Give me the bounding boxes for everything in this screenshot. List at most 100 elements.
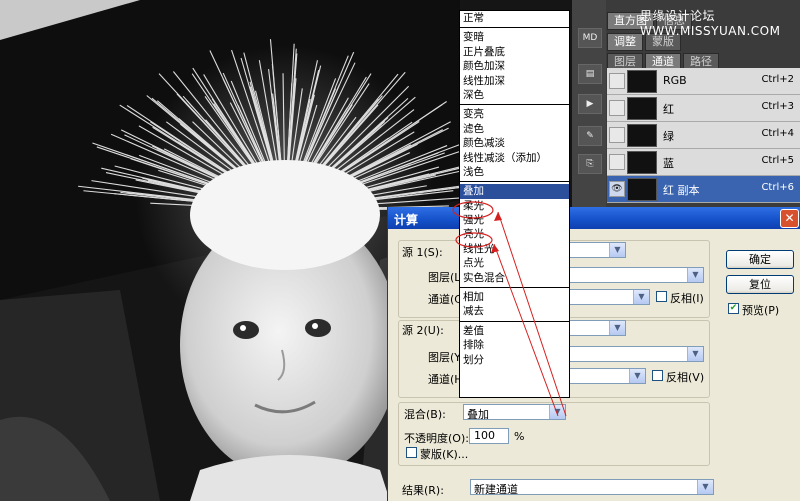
blend-mode-item[interactable]: 划分 xyxy=(460,353,569,367)
blend-mode-item[interactable]: 滤色 xyxy=(460,122,569,136)
blend-mode-item[interactable]: 实色混合 xyxy=(460,271,569,285)
chevron-down-icon: ▼ xyxy=(549,405,565,419)
channel-shortcut: Ctrl+6 xyxy=(761,182,794,193)
blend-mode-item[interactable]: 颜色减淡 xyxy=(460,136,569,150)
blend-mode-item[interactable]: 正片叠底 xyxy=(460,45,569,59)
menu-separator xyxy=(460,27,569,29)
channel-shortcut: Ctrl+4 xyxy=(761,128,794,139)
source2-label: 源 2(U): xyxy=(402,324,444,337)
reset-button[interactable]: 复位 xyxy=(726,275,794,294)
tab-adjustments[interactable]: 调整 xyxy=(607,33,643,51)
channel-name: RGB xyxy=(663,74,687,87)
source1-layer-select[interactable]: ▼ xyxy=(568,267,704,283)
blend-mode-item[interactable]: 叠加 xyxy=(460,184,569,199)
tool-presets-icon[interactable]: ▤ xyxy=(578,64,602,84)
chevron-down-icon: ▼ xyxy=(609,321,625,335)
side-icon-label: MD xyxy=(582,33,598,43)
channel-name: 红 副本 xyxy=(663,184,700,197)
blend-mode-dropdown[interactable]: 正常变暗 正片叠底 颜色加深 线性加深 深色变亮 滤色 颜色减淡 线性减淡（添加） 浅色叠加 柔光… xyxy=(459,10,570,398)
channel-row-rgb[interactable]: RGB Ctrl+2 xyxy=(607,68,800,95)
dialog-title: 计算 xyxy=(394,213,419,227)
actions-play-icon[interactable]: ▶ xyxy=(578,94,602,114)
result-value: 新建通道 xyxy=(474,483,518,496)
clone-source-icon[interactable]: ⎘ xyxy=(578,154,602,174)
blend-mode-item[interactable]: 相加 xyxy=(460,290,569,304)
source1-label: 源 1(S): xyxy=(402,246,443,259)
panel-dock-strip: MD ▤ ▶ ✎ ⎘ xyxy=(572,0,606,210)
channel-name: 红 xyxy=(663,103,674,116)
eye-icon[interactable]: 👁 xyxy=(609,181,625,197)
blend-mode-item[interactable]: 减去 xyxy=(460,304,569,318)
menu-separator xyxy=(460,320,569,322)
chevron-down-icon: ▼ xyxy=(687,268,703,282)
mask-checkbox[interactable] xyxy=(406,447,417,458)
chevron-down-icon: ▼ xyxy=(629,369,645,383)
watermark: 思缘设计论坛 WWW.MISSYUAN.COM xyxy=(640,9,781,38)
blend-mode-item[interactable]: 正常 xyxy=(460,11,569,25)
preview-label: 预览(P) xyxy=(742,304,780,317)
channel-thumbnail xyxy=(627,151,657,174)
visibility-toggle[interactable] xyxy=(609,154,625,170)
brush-icon[interactable]: ✎ xyxy=(578,126,602,146)
result-select[interactable]: 新建通道 ▼ xyxy=(470,479,714,496)
source2-channel-select[interactable]: ▼ xyxy=(568,368,646,384)
channel-row-red[interactable]: 红 Ctrl+3 xyxy=(607,95,800,122)
channel-thumbnail xyxy=(627,70,657,93)
menu-separator xyxy=(460,181,569,183)
blend-mode-item[interactable]: 浅色 xyxy=(460,165,569,179)
blending-label: 混合(B): xyxy=(404,408,446,421)
calculations-dialog: 计算 ✕ 源 1(S): ▼ 图层(L): ▼ 通道(C): ▼ 反相(I) 源… xyxy=(387,207,800,501)
blend-mode-item[interactable]: 排除 xyxy=(460,338,569,352)
blend-mode-item[interactable]: 点光 xyxy=(460,256,569,270)
source2-invert-checkbox[interactable] xyxy=(652,370,663,381)
blend-mode-item[interactable]: 柔光 xyxy=(460,199,569,213)
channel-row-green[interactable]: 绿 Ctrl+4 xyxy=(607,122,800,149)
source1-invert-checkbox[interactable] xyxy=(656,291,667,302)
close-icon[interactable]: ✕ xyxy=(780,209,799,228)
channel-name: 蓝 xyxy=(663,157,674,170)
visibility-toggle[interactable] xyxy=(609,100,625,116)
chevron-down-icon: ▼ xyxy=(633,290,649,304)
blend-mode-item[interactable]: 颜色加深 xyxy=(460,59,569,73)
blend-mode-item[interactable]: 差值 xyxy=(460,324,569,338)
dialog-titlebar[interactable]: 计算 ✕ xyxy=(388,207,800,229)
source2-invert-label: 反相(V) xyxy=(666,371,705,384)
mini-bridge-icon[interactable]: MD xyxy=(578,28,602,48)
channel-name: 绿 xyxy=(663,130,674,143)
opacity-label: 不透明度(O): xyxy=(404,432,469,445)
source1-invert-label: 反相(I) xyxy=(670,292,704,305)
visibility-toggle[interactable] xyxy=(609,73,625,89)
chevron-down-icon: ▼ xyxy=(697,480,713,494)
blend-mode-item[interactable]: 深色 xyxy=(460,88,569,102)
ok-button[interactable]: 确定 xyxy=(726,250,794,269)
visibility-toggle[interactable] xyxy=(609,127,625,143)
blending-select[interactable]: 叠加 ▼ xyxy=(463,404,566,421)
blending-value: 叠加 xyxy=(467,408,489,421)
blend-mode-item[interactable]: 线性减淡（添加） xyxy=(460,151,569,165)
layers-tabs: 图层 通道 路径 xyxy=(607,53,719,71)
blend-mode-item[interactable]: 亮光 xyxy=(460,227,569,241)
result-label: 结果(R): xyxy=(402,484,444,497)
blend-mode-item[interactable]: 强光 xyxy=(460,213,569,227)
menu-separator xyxy=(460,287,569,289)
mask-label: 蒙版(K)... xyxy=(420,448,469,461)
menu-separator xyxy=(460,104,569,106)
preview-checkbox[interactable]: ✔ xyxy=(728,303,739,314)
source2-layer-select[interactable]: ▼ xyxy=(568,346,704,362)
channel-thumbnail xyxy=(627,124,657,147)
blend-mode-item[interactable]: 变亮 xyxy=(460,107,569,121)
blend-mode-item[interactable]: 线性光 xyxy=(460,242,569,256)
opacity-unit: % xyxy=(514,430,525,443)
opacity-input[interactable]: 100 xyxy=(469,428,509,444)
channel-shortcut: Ctrl+2 xyxy=(761,74,794,85)
source2-select[interactable]: ▼ xyxy=(568,320,626,336)
chevron-down-icon: ▼ xyxy=(687,347,703,361)
blend-mode-item[interactable]: 变暗 xyxy=(460,30,569,44)
source1-channel-select[interactable]: ▼ xyxy=(568,289,650,305)
channel-shortcut: Ctrl+3 xyxy=(761,101,794,112)
channel-row-blue[interactable]: 蓝 Ctrl+5 xyxy=(607,149,800,176)
channel-row-red-copy[interactable]: 👁 红 副本 Ctrl+6 xyxy=(607,176,800,203)
source1-select[interactable]: ▼ xyxy=(568,242,626,258)
channel-thumbnail xyxy=(627,97,657,120)
blend-mode-item[interactable]: 线性加深 xyxy=(460,74,569,88)
